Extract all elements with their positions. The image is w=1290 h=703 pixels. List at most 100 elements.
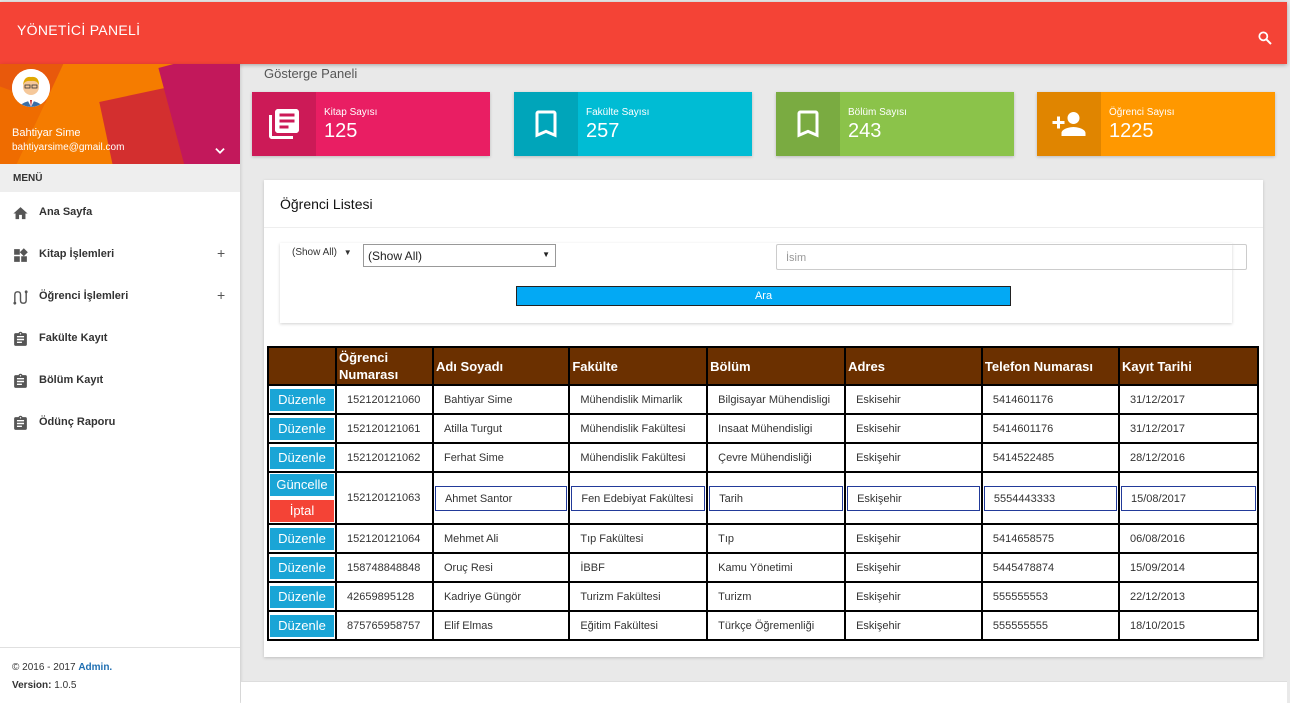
person-add-icon: [1052, 112, 1086, 136]
avatar[interactable]: [12, 69, 50, 107]
sidebar-item-book-operations[interactable]: Kitap İşlemleri +: [0, 234, 240, 276]
sidebar-item-loan-report[interactable]: Ödünç Raporu: [0, 402, 240, 444]
chevron-down-icon[interactable]: [213, 144, 227, 158]
stat-box-faculties[interactable]: Fakülte Sayısı 257: [514, 92, 752, 156]
sidebar-item-student-operations[interactable]: Öğrenci İşlemleri +: [0, 276, 240, 318]
column-header[interactable]: Adı Soyadı: [431, 346, 571, 386]
table-row: Düzenle 152120121061 Atilla Turgut Mühen…: [267, 413, 1260, 444]
search-button[interactable]: Ara: [516, 286, 1011, 306]
table-row: Düzenle 152120121064 Mehmet Ali Tıp Fakü…: [267, 523, 1260, 554]
stat-box-students[interactable]: Öğrenci Sayısı 1225: [1037, 92, 1275, 156]
table-header-row: Öğrenci Numarası Adı Soyadı Fakülte Bölü…: [267, 346, 1260, 386]
edit-button[interactable]: Düzenle: [270, 527, 334, 550]
department-edit-field[interactable]: Tarih: [709, 485, 844, 511]
edit-button[interactable]: Düzenle: [270, 388, 334, 411]
column-header[interactable]: Öğrenci Numarası: [335, 346, 434, 386]
column-header[interactable]: Bölüm: [706, 346, 847, 386]
faculty: Mühendislik Mimarlik: [568, 384, 709, 415]
expand-plus-icon[interactable]: +: [217, 287, 225, 303]
student-name: Ferhat Sime: [431, 442, 571, 473]
department: Çevre Mühendisliği: [706, 442, 847, 473]
faculty: Eğitim Fakültesi: [568, 610, 709, 641]
register-date: 31/12/2017: [1117, 413, 1260, 444]
edit-button[interactable]: Düzenle: [270, 585, 334, 608]
address: Eskisehir: [844, 413, 983, 444]
library-books-icon: [269, 109, 299, 139]
update-button[interactable]: Güncelle: [270, 474, 334, 496]
copyright: © 2016 - 2017 Admin.: [12, 662, 112, 673]
department: Tıp: [706, 523, 847, 554]
bookmark-icon: [535, 110, 557, 138]
filter-panel: (Show All) ▼ (Show All) ▼ İsim Ara: [280, 243, 1247, 323]
student-name: Oruç Resi: [431, 552, 571, 583]
copyright-text: © 2016 - 2017: [12, 662, 76, 673]
address: Eskişehir: [844, 581, 983, 612]
phone: 5414601176: [980, 384, 1120, 415]
version: Version: 1.0.5: [12, 680, 77, 691]
student-number: 152120121063: [335, 471, 434, 525]
sidebar-item-label: Kitap İşlemleri: [39, 248, 115, 260]
date-edit-field[interactable]: 15/08/2017: [1120, 485, 1256, 511]
filter-select-small[interactable]: (Show All) ▼: [292, 247, 352, 258]
stat-label: Öğrenci Sayısı: [1109, 107, 1175, 118]
name-search-input[interactable]: İsim: [776, 244, 1247, 270]
name-edit-field[interactable]: Ahmet Santor: [434, 485, 568, 511]
sidebar-item-department-register[interactable]: Bölüm Kayıt: [0, 360, 240, 402]
student-name: Mehmet Ali: [431, 523, 571, 554]
app-title[interactable]: YÖNETİCİ PANELİ: [17, 22, 140, 38]
table-row-editing: Güncelle İptal 152120121063 Ahmet Santor…: [267, 471, 1260, 525]
edit-button[interactable]: Düzenle: [270, 446, 334, 469]
address: Eskişehir: [844, 552, 983, 583]
column-header[interactable]: Kayıt Tarihi: [1117, 346, 1260, 386]
table-row: Düzenle 152120121062 Ferhat Sime Mühendi…: [267, 442, 1260, 473]
column-header[interactable]: Telefon Numarası: [980, 346, 1120, 386]
phone-edit-field[interactable]: 5554443333: [983, 485, 1117, 511]
column-header: [267, 346, 337, 386]
faculty-edit-field[interactable]: Fen Edebiyat Fakültesi: [571, 485, 706, 511]
student-name: Bahtiyar Sime: [431, 384, 571, 415]
bottom-card: [241, 681, 1287, 703]
faculty: Tıp Fakültesi: [568, 523, 709, 554]
stat-value: 1225: [1109, 120, 1154, 142]
table-row: Düzenle 158748848848 Oruç Resi İBBF Kamu…: [267, 552, 1260, 583]
table-row: Düzenle 875765958757 Elif Elmas Eğitim F…: [267, 610, 1260, 641]
user-email: bahtiyarsime@gmail.com: [12, 142, 125, 153]
filter-select[interactable]: (Show All) ▼: [363, 244, 556, 267]
stat-box-departments[interactable]: Bölüm Sayısı 243: [776, 92, 1014, 156]
sidebar-item-label: Fakülte Kayıt: [39, 332, 108, 344]
stat-label: Kitap Sayısı: [324, 107, 378, 118]
address-edit-field[interactable]: Eskişehir: [847, 485, 980, 511]
sidebar-item-home[interactable]: Ana Sayfa: [0, 192, 240, 234]
column-header[interactable]: Fakülte: [568, 346, 709, 386]
stat-label: Bölüm Sayısı: [848, 107, 907, 118]
student-name: Atilla Turgut: [431, 413, 571, 444]
phone: 5414658575: [980, 523, 1120, 554]
menu-header: MENÜ: [0, 164, 240, 192]
edit-button[interactable]: Düzenle: [270, 614, 334, 637]
cancel-button[interactable]: İptal: [270, 500, 334, 522]
version-label: Version:: [12, 680, 52, 691]
faculty: İBBF: [568, 552, 709, 583]
phone: 5414522485: [980, 442, 1120, 473]
department: Turizm: [706, 581, 847, 612]
select-value: (Show All): [368, 249, 423, 263]
clipboard-icon: [14, 373, 27, 388]
faculty: Turizm Fakültesi: [568, 581, 709, 612]
stat-box-books[interactable]: Kitap Sayısı 125: [252, 92, 490, 156]
admin-link[interactable]: Admin.: [78, 662, 112, 673]
top-app-bar: YÖNETİCİ PANELİ: [0, 2, 1287, 64]
student-list-card: Öğrenci Listesi (Show All) ▼ (Show All) ▼…: [264, 180, 1263, 657]
student-name: Elif Elmas: [431, 610, 571, 641]
sidebar-item-faculty-register[interactable]: Fakülte Kayıt: [0, 318, 240, 360]
dropdown-arrow-icon: ▼: [542, 250, 550, 259]
edit-button[interactable]: Düzenle: [270, 556, 334, 579]
stat-value: 125: [324, 120, 358, 142]
address: Eskisehir: [844, 384, 983, 415]
search-icon[interactable]: [1257, 30, 1273, 46]
column-header[interactable]: Adres: [844, 346, 983, 386]
sidebar: Bahtiyar Sime bahtiyarsime@gmail.com MEN…: [0, 64, 240, 703]
clipboard-icon: [14, 415, 27, 430]
edit-button[interactable]: Düzenle: [270, 417, 334, 440]
table-row: Düzenle 152120121060 Bahtiyar Sime Mühen…: [267, 384, 1260, 415]
expand-plus-icon[interactable]: +: [217, 245, 225, 261]
